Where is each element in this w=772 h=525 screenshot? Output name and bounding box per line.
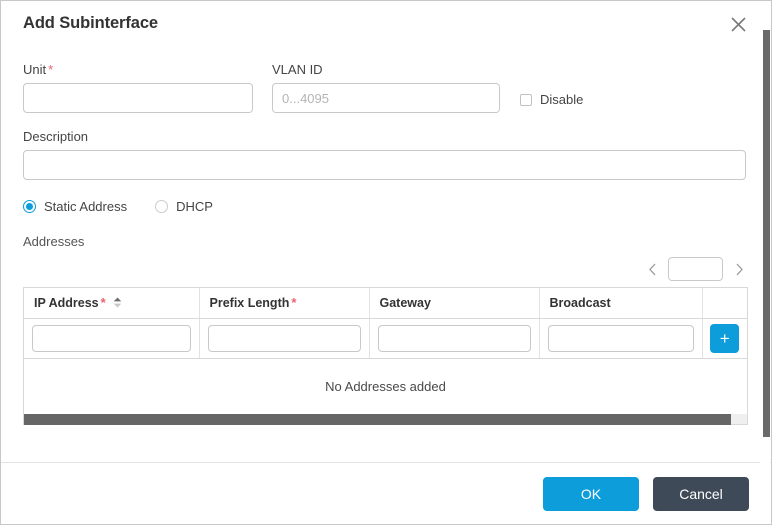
unit-field-group: Unit* <box>23 62 253 113</box>
radio-dhcp-indicator[interactable] <box>155 200 168 213</box>
close-icon[interactable] <box>725 11 751 37</box>
empty-state-row: No Addresses added <box>24 358 747 414</box>
addresses-horizontal-scrollbar-thumb[interactable] <box>24 414 731 425</box>
table-header-row: IP Address* Pr <box>24 288 747 318</box>
cell-ip-address <box>24 318 199 358</box>
new-address-row: + <box>24 318 747 358</box>
dialog-body: Unit* VLAN ID Disable Description Static… <box>1 46 771 462</box>
chevron-right-icon[interactable] <box>731 259 747 279</box>
vlan-id-input[interactable] <box>272 83 500 113</box>
gateway-input[interactable] <box>378 325 531 352</box>
column-header-ip-address-label: IP Address <box>34 296 99 310</box>
add-address-button[interactable]: + <box>710 324 739 353</box>
add-subinterface-dialog: Add Subinterface Unit* VLAN ID Disable <box>0 0 772 525</box>
column-header-prefix-length-label: Prefix Length <box>210 296 290 310</box>
column-header-broadcast-label: Broadcast <box>550 296 611 310</box>
addresses-section-label: Addresses <box>23 234 749 249</box>
empty-state-message: No Addresses added <box>24 358 747 414</box>
radio-static-address-indicator[interactable] <box>23 200 36 213</box>
column-header-gateway-label: Gateway <box>380 296 431 310</box>
disable-checkbox[interactable] <box>520 94 532 106</box>
dialog-footer: OK Cancel <box>1 462 771 524</box>
ip-address-input[interactable] <box>32 325 191 352</box>
unit-label: Unit* <box>23 62 253 77</box>
unit-required-marker: * <box>48 62 53 77</box>
unit-label-text: Unit <box>23 62 46 77</box>
dialog-vertical-scrollbar-thumb[interactable] <box>763 30 770 437</box>
description-input[interactable] <box>23 150 746 180</box>
broadcast-input[interactable] <box>548 325 694 352</box>
unit-input[interactable] <box>23 83 253 113</box>
addresses-pager <box>23 255 749 283</box>
column-header-gateway[interactable]: Gateway <box>369 288 539 318</box>
description-field-group: Description <box>23 129 749 180</box>
addresses-table-wrapper: IP Address* Pr <box>23 287 748 414</box>
cell-broadcast <box>539 318 702 358</box>
vlan-id-label: VLAN ID <box>272 62 500 77</box>
radio-static-address[interactable]: Static Address <box>23 199 127 214</box>
cell-prefix-length <box>199 318 369 358</box>
addresses-horizontal-scrollbar[interactable] <box>23 414 748 425</box>
addresses-table: IP Address* Pr <box>24 288 747 414</box>
unit-vlan-row: Unit* VLAN ID Disable <box>23 62 749 113</box>
ip-address-required-marker: * <box>101 295 106 310</box>
column-header-prefix-length[interactable]: Prefix Length* <box>199 288 369 318</box>
dialog-title: Add Subinterface <box>23 14 158 33</box>
address-mode-radio-group: Static Address DHCP <box>23 199 749 214</box>
addresses-table-head: IP Address* Pr <box>24 288 747 318</box>
cancel-button[interactable]: Cancel <box>653 477 749 511</box>
chevron-left-icon[interactable] <box>644 259 660 279</box>
cell-add-action: + <box>702 318 747 358</box>
column-header-broadcast[interactable]: Broadcast <box>539 288 702 318</box>
sort-ascending-icon[interactable] <box>113 297 122 308</box>
radio-dhcp-label: DHCP <box>176 199 213 214</box>
addresses-table-body: + No Addresses added <box>24 318 747 414</box>
dialog-vertical-scrollbar[interactable] <box>760 30 770 496</box>
cell-gateway <box>369 318 539 358</box>
prefix-length-required-marker: * <box>291 295 296 310</box>
dialog-titlebar: Add Subinterface <box>1 1 771 46</box>
page-number-input[interactable] <box>668 257 723 281</box>
column-header-actions <box>702 288 747 318</box>
disable-checkbox-group[interactable]: Disable <box>520 92 583 113</box>
vlan-field-group: VLAN ID <box>272 62 500 113</box>
column-header-ip-address[interactable]: IP Address* <box>24 288 199 318</box>
radio-static-address-label: Static Address <box>44 199 127 214</box>
disable-label: Disable <box>540 92 583 107</box>
prefix-length-input[interactable] <box>208 325 361 352</box>
description-label: Description <box>23 129 749 144</box>
ok-button[interactable]: OK <box>543 477 639 511</box>
radio-dhcp[interactable]: DHCP <box>155 199 213 214</box>
